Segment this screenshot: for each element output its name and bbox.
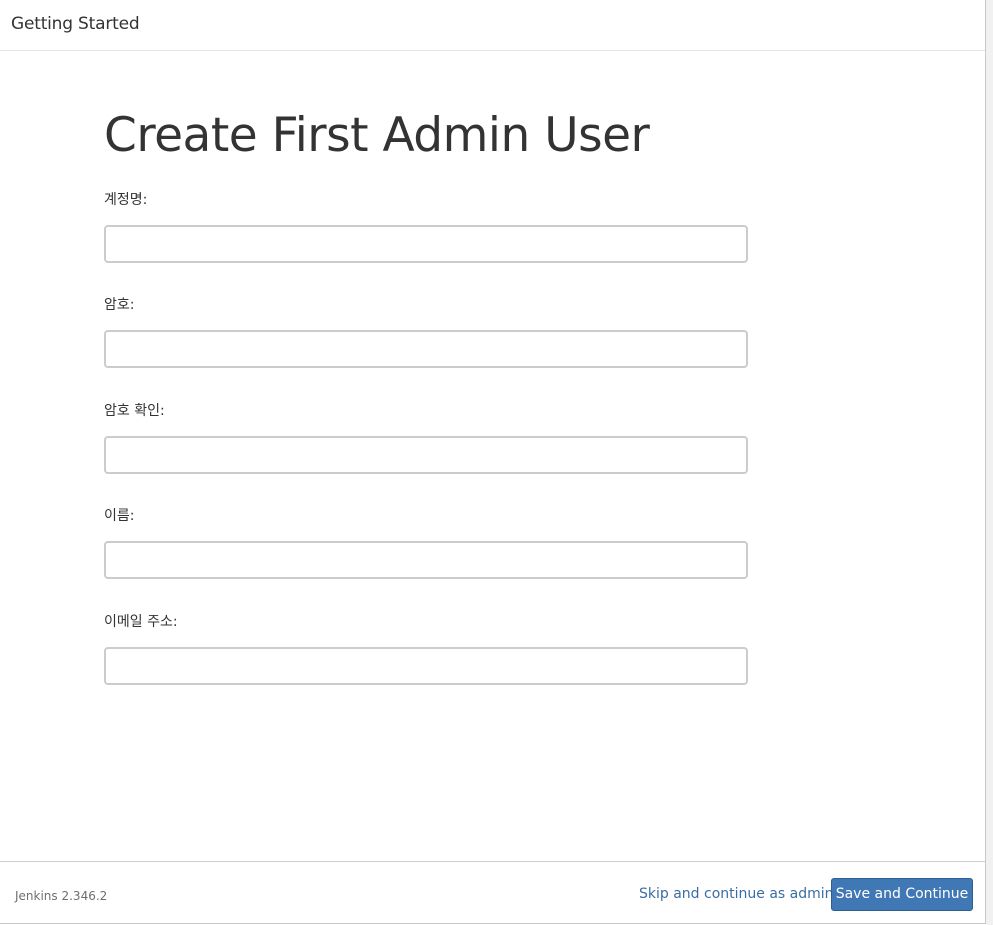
setup-wizard-dialog: Getting Started Create First Admin User … xyxy=(0,0,986,924)
fullname-label: 이름: xyxy=(104,508,135,524)
version-label: Jenkins 2.346.2 xyxy=(15,889,108,903)
save-and-continue-button[interactable]: Save and Continue xyxy=(831,878,973,911)
skip-continue-as-admin-link[interactable]: Skip and continue as admin xyxy=(639,885,834,903)
email-input[interactable] xyxy=(104,647,748,685)
username-label: 계정명: xyxy=(104,192,148,208)
header-title: Getting Started xyxy=(11,14,140,34)
password-label: 암호: xyxy=(104,297,135,313)
username-input[interactable] xyxy=(104,225,748,263)
password-confirm-label: 암호 확인: xyxy=(104,403,165,419)
wizard-footer: Jenkins 2.346.2 Skip and continue as adm… xyxy=(0,861,985,923)
password-input[interactable] xyxy=(104,330,748,368)
page-title: Create First Admin User xyxy=(104,108,650,163)
email-label: 이메일 주소: xyxy=(104,614,178,630)
wizard-header: Getting Started xyxy=(0,0,985,51)
background-edge xyxy=(986,0,993,925)
fullname-input[interactable] xyxy=(104,541,748,579)
password-confirm-input[interactable] xyxy=(104,436,748,474)
